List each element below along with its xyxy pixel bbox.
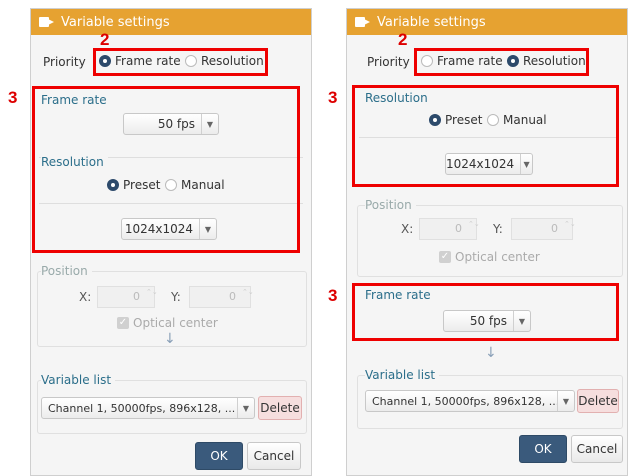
highlight-resolution-right (352, 85, 619, 187)
camera-icon (39, 16, 55, 28)
highlight-priority-right (414, 48, 589, 76)
variable-list-title: Variable list (365, 368, 440, 382)
y-spinbox[interactable]: 0 (511, 218, 573, 240)
annotation-number: 3 (328, 88, 338, 107)
variable-list-title: Variable list (41, 373, 116, 387)
checkmark-icon: ✓ (117, 317, 129, 329)
ok-button[interactable]: OK (195, 442, 243, 470)
camera-icon (355, 16, 371, 28)
arrow-down-icon: ↓ (485, 345, 497, 361)
right-title-bar: Variable settings (347, 9, 627, 35)
checkmark-icon: ✓ (439, 251, 451, 263)
cancel-button[interactable]: Cancel (571, 435, 623, 463)
left-title-bar: Variable settings (31, 9, 311, 35)
priority-label: Priority (43, 55, 86, 69)
ok-button[interactable]: OK (519, 435, 567, 463)
arrow-down-icon: ↓ (164, 331, 176, 347)
y-label: Y: (171, 290, 181, 304)
highlight-settings-left (32, 86, 300, 253)
x-spinbox[interactable]: 0 (419, 218, 477, 240)
annotation-number: 2 (100, 30, 110, 49)
position-section-title: Position (365, 198, 416, 212)
cancel-button[interactable]: Cancel (247, 442, 301, 470)
delete-button[interactable]: Delete (577, 389, 619, 413)
x-spinbox[interactable]: 0 (97, 286, 155, 308)
highlight-frame-rate-right (352, 283, 619, 341)
chevron-down-icon: ▼ (237, 398, 254, 418)
right-dialog: Variable settings Priority Frame rate Re… (346, 8, 628, 476)
optical-center-checkbox[interactable]: ✓ Optical center (117, 316, 218, 330)
dialog-title: Variable settings (377, 14, 486, 30)
optical-center-checkbox[interactable]: ✓ Optical center (439, 250, 540, 264)
annotation-number: 3 (8, 88, 18, 107)
variable-list-select[interactable]: Channel 1, 50000fps, 896x128, ... ▼ (41, 397, 255, 419)
highlight-priority-left (93, 48, 268, 76)
priority-label: Priority (367, 55, 410, 69)
y-spinbox[interactable]: 0 (189, 286, 251, 308)
x-label: X: (79, 290, 92, 304)
chevron-down-icon: ▼ (557, 391, 574, 411)
position-section-title: Position (41, 264, 92, 278)
variable-list-select[interactable]: Channel 1, 50000fps, 896x128, ... ▼ (365, 390, 575, 412)
dialog-title: Variable settings (61, 14, 170, 30)
delete-button[interactable]: Delete (258, 396, 302, 420)
y-label: Y: (493, 222, 503, 236)
annotation-number: 3 (328, 286, 338, 305)
annotation-number: 2 (398, 30, 408, 49)
x-label: X: (401, 222, 414, 236)
position-group (357, 205, 623, 277)
